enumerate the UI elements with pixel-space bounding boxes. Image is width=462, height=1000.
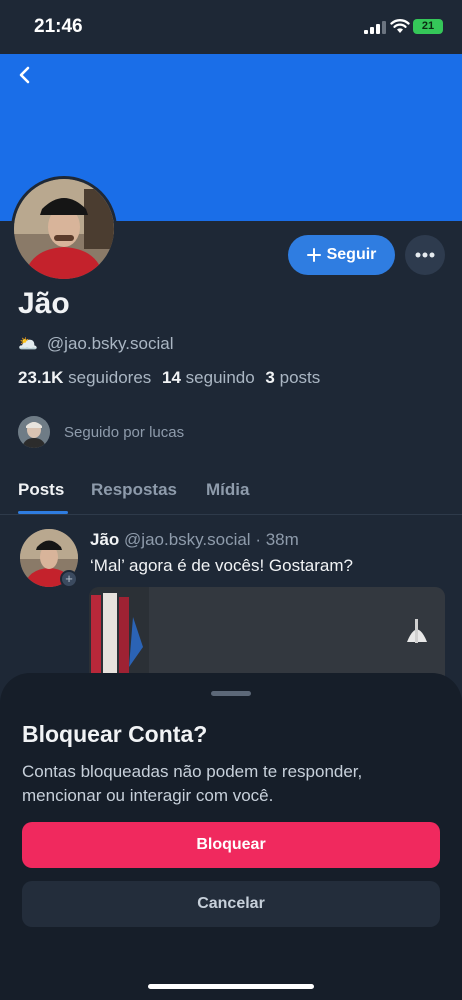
following-count: 14 [162, 368, 181, 387]
followers-count: 23.1K [18, 368, 64, 387]
cancel-button[interactable]: Cancelar [22, 881, 440, 927]
cellular-signal-icon [364, 21, 386, 34]
profile-avatar[interactable] [11, 176, 117, 282]
profile-stats: 23.1K seguidores 14 seguindo 3 posts [18, 368, 320, 388]
sheet-title: Bloquear Conta? [22, 721, 208, 747]
posts-count: 3 [265, 368, 275, 387]
chevron-left-icon [19, 66, 30, 84]
sheet-grabber[interactable] [211, 691, 251, 696]
profile-tabs: Posts Respostas Mídia [0, 470, 462, 515]
follow-plus-icon[interactable]: + [60, 570, 78, 588]
profile-handle: @jao.bsky.social [46, 334, 174, 353]
block-button[interactable]: Bloquear [22, 822, 440, 868]
plus-icon [306, 248, 321, 262]
following-label: seguindo [185, 368, 255, 387]
followers-stat[interactable]: 23.1K seguidores [18, 368, 151, 387]
followers-label: seguidores [68, 368, 152, 387]
post-time: 38m [265, 530, 299, 549]
followed-by-row[interactable]: Seguido por lucas [18, 416, 184, 448]
wifi-icon [390, 19, 410, 33]
sun-cloud-emoji: 🌥️ [18, 336, 38, 353]
post-separator: · [255, 530, 261, 549]
avatar-photo [14, 179, 114, 279]
follower-avatar [18, 416, 50, 448]
home-indicator [148, 984, 314, 989]
back-button[interactable] [12, 62, 36, 88]
ellipsis-icon [415, 252, 435, 258]
battery-indicator: 21 [413, 19, 443, 34]
battery-level: 21 [421, 20, 435, 32]
profile-handle-row: 🌥️ @jao.bsky.social [18, 334, 173, 354]
following-stat[interactable]: 14 seguindo [162, 368, 255, 387]
status-time: 21:46 [34, 16, 83, 37]
post-author-name: Jão [90, 530, 120, 549]
follow-button-label: Seguir [326, 246, 377, 263]
tab-respostas[interactable]: Respostas [91, 480, 177, 500]
profile-display-name: Jão [18, 287, 70, 320]
follow-button[interactable]: Seguir [288, 235, 395, 275]
tab-midia[interactable]: Mídia [206, 480, 249, 500]
feed-post[interactable]: + Jão @jao.bsky.social · 38m ‘Mal’ agora… [0, 516, 462, 687]
post-text: ‘Mal’ agora é de vocês! Gostaram? [90, 556, 353, 575]
post-header: Jão @jao.bsky.social · 38m [90, 530, 299, 550]
active-tab-indicator [18, 511, 68, 514]
status-bar: 21:46 21 [0, 0, 462, 54]
posts-label: posts [279, 368, 321, 387]
followed-by-text: Seguido por lucas [64, 423, 185, 441]
post-image[interactable] [89, 587, 445, 687]
block-account-sheet: Bloquear Conta? Contas bloqueadas não po… [0, 673, 462, 1000]
tab-posts[interactable]: Posts [18, 480, 64, 500]
posts-stat: 3 posts [265, 368, 320, 387]
post-author-handle: @jao.bsky.social [124, 530, 251, 549]
sheet-description: Contas bloqueadas não podem te responder… [22, 762, 363, 805]
more-options-button[interactable] [405, 235, 445, 275]
